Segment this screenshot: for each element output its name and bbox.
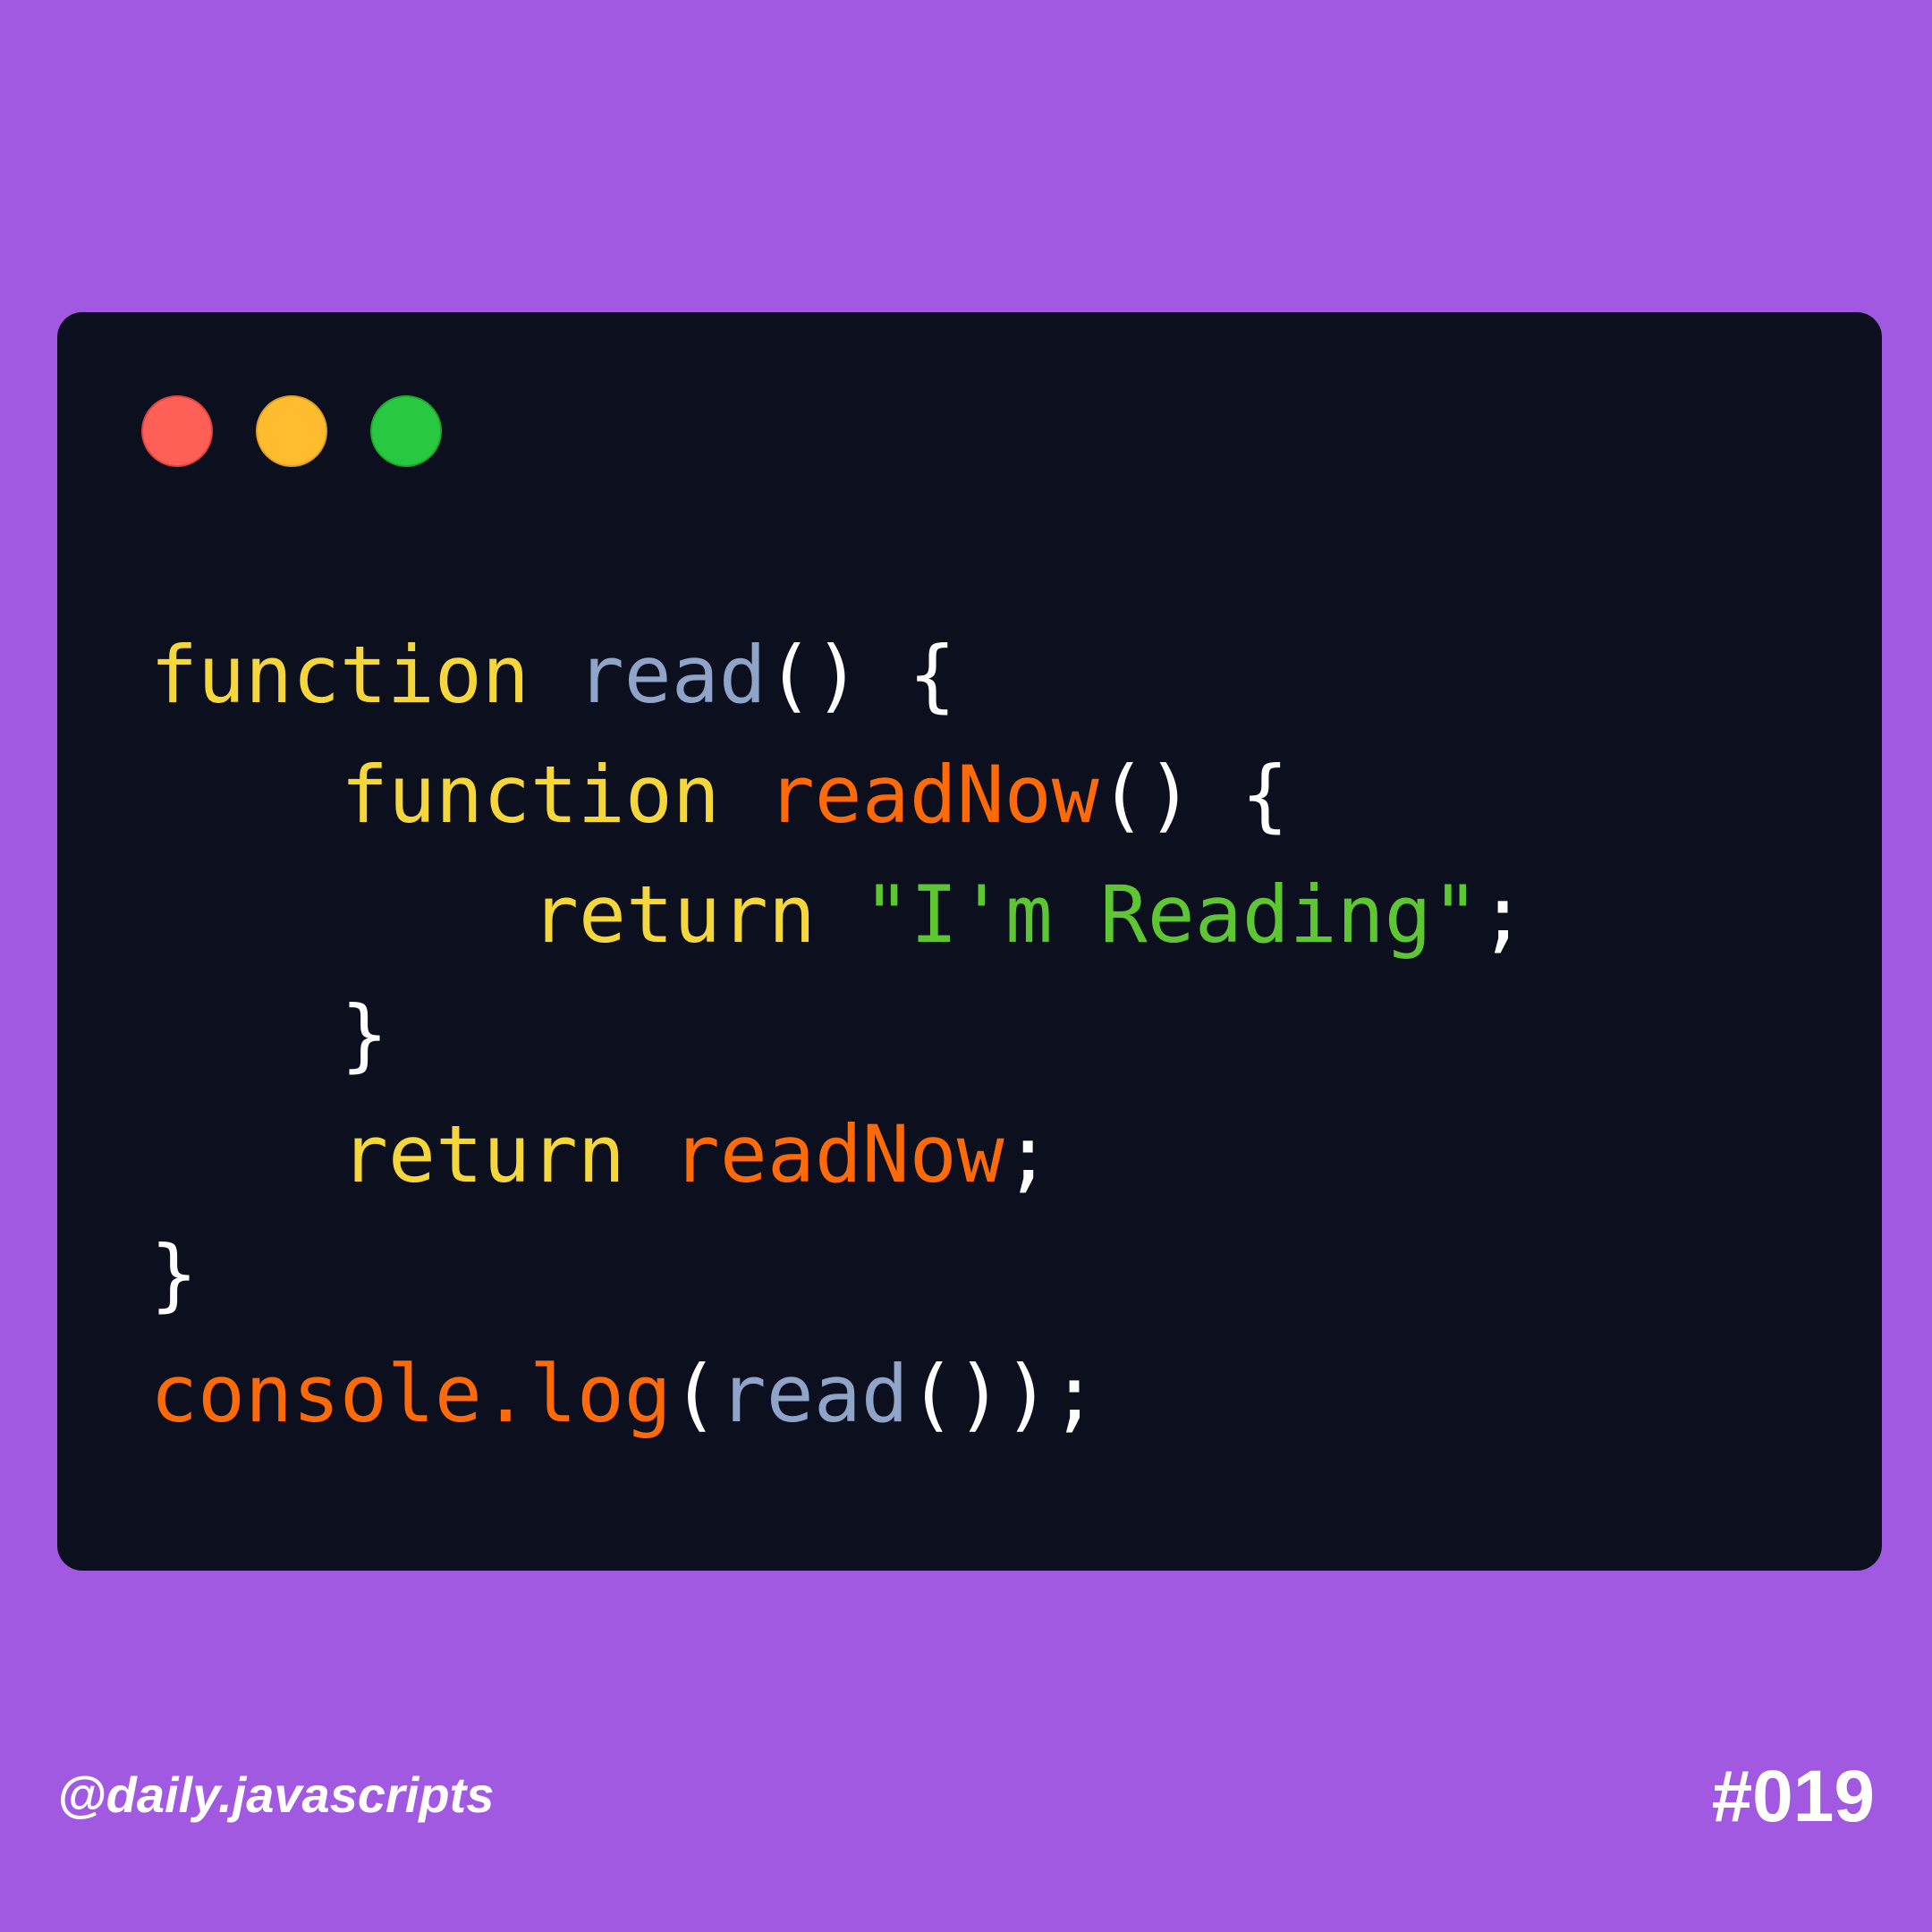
punctuation-token: }	[150, 1228, 198, 1320]
post-number: #019	[1711, 1756, 1875, 1837]
function-name-token: read	[718, 1348, 909, 1440]
code-line-4: }	[150, 975, 1527, 1095]
code-block: function read() {function readNow() {ret…	[150, 615, 1527, 1454]
punctuation-token: }	[341, 988, 388, 1080]
window-controls	[141, 395, 442, 467]
punctuation-token: ;	[1479, 869, 1527, 961]
code-line-1: function read() {	[150, 615, 1527, 735]
keyword-token: function	[341, 749, 720, 841]
keyword-token: return	[341, 1108, 625, 1200]
code-line-6: }	[150, 1215, 1527, 1335]
function-name-token: read	[576, 629, 767, 721]
punctuation-token: (	[671, 1348, 719, 1440]
object-method-token: console.log	[150, 1348, 672, 1440]
author-handle: @daily.javascripts	[57, 1767, 495, 1823]
code-line-3: return "I'm Reading";	[150, 855, 1527, 975]
minimize-dot-icon	[256, 395, 327, 467]
maximize-dot-icon	[370, 395, 442, 467]
punctuation-token: ;	[1004, 1108, 1052, 1200]
punctuation-token: ());	[908, 1348, 1098, 1440]
page-background: { "colors": { "background": "#a259e2", "…	[0, 0, 1932, 1932]
keyword-token: function	[150, 629, 530, 721]
function-name-token: readNow	[672, 1108, 1004, 1200]
code-line-7: console.log(read());	[150, 1335, 1527, 1454]
punctuation-token: () {	[1098, 749, 1289, 841]
punctuation-token: () {	[766, 629, 956, 721]
keyword-token: return	[531, 869, 816, 961]
close-dot-icon	[141, 395, 213, 467]
code-line-5: return readNow;	[150, 1095, 1527, 1215]
function-name-token: readNow	[767, 749, 1099, 841]
code-line-2: function readNow() {	[150, 735, 1527, 855]
string-token: "I'm Reading"	[862, 869, 1479, 961]
